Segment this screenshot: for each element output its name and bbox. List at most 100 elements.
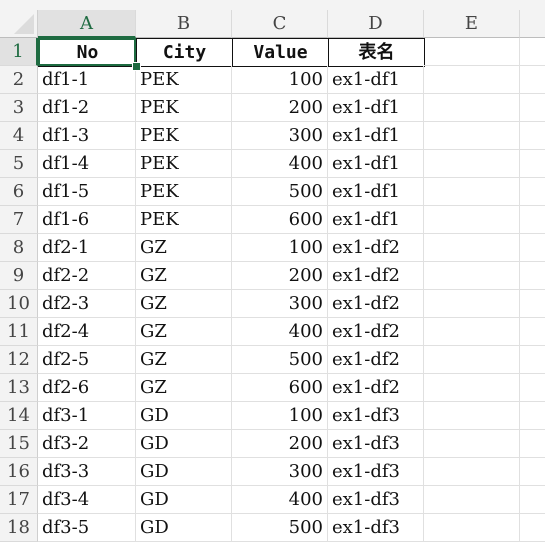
cell[interactable] xyxy=(520,122,545,150)
cell[interactable] xyxy=(520,262,545,290)
table-cell[interactable]: GZ xyxy=(136,374,232,402)
row-header-9[interactable]: 9 xyxy=(0,262,38,290)
cell[interactable] xyxy=(424,94,520,122)
cell[interactable] xyxy=(520,206,545,234)
table-cell[interactable]: 600 xyxy=(232,206,328,234)
fill-handle[interactable] xyxy=(132,62,141,71)
row-header-12[interactable]: 12 xyxy=(0,346,38,374)
cell[interactable] xyxy=(424,318,520,346)
cell[interactable] xyxy=(424,178,520,206)
table-cell[interactable]: 100 xyxy=(232,66,328,94)
table-cell[interactable]: df2-6 xyxy=(38,374,136,402)
row-header-10[interactable]: 10 xyxy=(0,290,38,318)
table-cell[interactable]: 200 xyxy=(232,94,328,122)
table-cell[interactable]: ex1-df2 xyxy=(328,346,424,374)
table-cell[interactable]: GZ xyxy=(136,318,232,346)
column-header-e[interactable]: E xyxy=(424,10,520,38)
cell[interactable] xyxy=(520,402,545,430)
table-cell[interactable]: 300 xyxy=(232,290,328,318)
cell[interactable] xyxy=(520,346,545,374)
row-header-5[interactable]: 5 xyxy=(0,150,38,178)
table-cell[interactable]: 400 xyxy=(232,150,328,178)
table-cell[interactable]: PEK xyxy=(136,66,232,94)
table-cell[interactable]: PEK xyxy=(136,178,232,206)
table-cell[interactable]: GZ xyxy=(136,290,232,318)
table-cell[interactable]: df2-3 xyxy=(38,290,136,318)
table-cell[interactable]: ex1-df2 xyxy=(328,374,424,402)
cell[interactable] xyxy=(424,206,520,234)
header-cell[interactable]: City xyxy=(136,38,233,67)
table-cell[interactable]: ex1-df2 xyxy=(328,234,424,262)
select-all-button[interactable] xyxy=(0,10,38,38)
table-cell[interactable]: df1-1 xyxy=(38,66,136,94)
table-cell[interactable]: df2-2 xyxy=(38,262,136,290)
row-header-11[interactable]: 11 xyxy=(0,318,38,346)
row-header-17[interactable]: 17 xyxy=(0,486,38,514)
table-cell[interactable]: GD xyxy=(136,430,232,458)
table-cell[interactable]: ex1-df3 xyxy=(328,514,424,542)
table-cell[interactable]: df2-4 xyxy=(38,318,136,346)
row-header-7[interactable]: 7 xyxy=(0,206,38,234)
cell[interactable] xyxy=(520,178,545,206)
cell[interactable] xyxy=(520,486,545,514)
table-cell[interactable]: ex1-df1 xyxy=(328,122,424,150)
cell[interactable] xyxy=(520,150,545,178)
table-cell[interactable]: PEK xyxy=(136,122,232,150)
column-header[interactable] xyxy=(520,10,545,38)
column-header-a[interactable]: A xyxy=(38,10,136,38)
table-cell[interactable]: GD xyxy=(136,514,232,542)
row-header-1[interactable]: 1 xyxy=(0,38,38,66)
cell[interactable] xyxy=(520,66,545,94)
table-cell[interactable]: 500 xyxy=(232,346,328,374)
table-cell[interactable]: 600 xyxy=(232,374,328,402)
cell[interactable] xyxy=(520,458,545,486)
cell[interactable] xyxy=(520,318,545,346)
cell[interactable] xyxy=(424,402,520,430)
table-cell[interactable]: df1-5 xyxy=(38,178,136,206)
row-header-16[interactable]: 16 xyxy=(0,458,38,486)
cell[interactable] xyxy=(520,430,545,458)
table-cell[interactable]: ex1-df1 xyxy=(328,178,424,206)
table-cell[interactable]: GZ xyxy=(136,234,232,262)
table-cell[interactable]: df2-1 xyxy=(38,234,136,262)
row-header-13[interactable]: 13 xyxy=(0,374,38,402)
table-cell[interactable]: ex1-df3 xyxy=(328,458,424,486)
table-cell[interactable]: 100 xyxy=(232,402,328,430)
table-cell[interactable]: ex1-df2 xyxy=(328,290,424,318)
table-cell[interactable]: df1-3 xyxy=(38,122,136,150)
table-cell[interactable]: ex1-df3 xyxy=(328,430,424,458)
table-cell[interactable]: 500 xyxy=(232,514,328,542)
cell[interactable] xyxy=(520,290,545,318)
table-cell[interactable]: PEK xyxy=(136,150,232,178)
cell[interactable] xyxy=(424,122,520,150)
header-cell[interactable]: Value xyxy=(232,38,329,67)
cell[interactable] xyxy=(520,94,545,122)
table-cell[interactable]: 400 xyxy=(232,318,328,346)
table-cell[interactable]: ex1-df1 xyxy=(328,94,424,122)
cell[interactable] xyxy=(424,66,520,94)
row-header-8[interactable]: 8 xyxy=(0,234,38,262)
table-cell[interactable]: df3-5 xyxy=(38,514,136,542)
table-cell[interactable]: GZ xyxy=(136,262,232,290)
table-cell[interactable]: df1-2 xyxy=(38,94,136,122)
cell[interactable] xyxy=(424,346,520,374)
table-cell[interactable]: 500 xyxy=(232,178,328,206)
cell[interactable] xyxy=(424,262,520,290)
table-cell[interactable]: GZ xyxy=(136,346,232,374)
header-cell[interactable]: No xyxy=(38,38,137,67)
cell[interactable] xyxy=(520,234,545,262)
table-cell[interactable]: 400 xyxy=(232,486,328,514)
table-cell[interactable]: ex1-df2 xyxy=(328,262,424,290)
table-cell[interactable]: 300 xyxy=(232,122,328,150)
table-cell[interactable]: df3-3 xyxy=(38,458,136,486)
row-header-14[interactable]: 14 xyxy=(0,402,38,430)
table-cell[interactable]: PEK xyxy=(136,206,232,234)
row-header-3[interactable]: 3 xyxy=(0,94,38,122)
table-cell[interactable]: GD xyxy=(136,458,232,486)
table-cell[interactable]: df3-1 xyxy=(38,402,136,430)
table-cell[interactable]: PEK xyxy=(136,94,232,122)
cell[interactable] xyxy=(520,514,545,542)
table-cell[interactable]: ex1-df3 xyxy=(328,402,424,430)
column-header-c[interactable]: C xyxy=(232,10,328,38)
table-cell[interactable]: ex1-df1 xyxy=(328,206,424,234)
